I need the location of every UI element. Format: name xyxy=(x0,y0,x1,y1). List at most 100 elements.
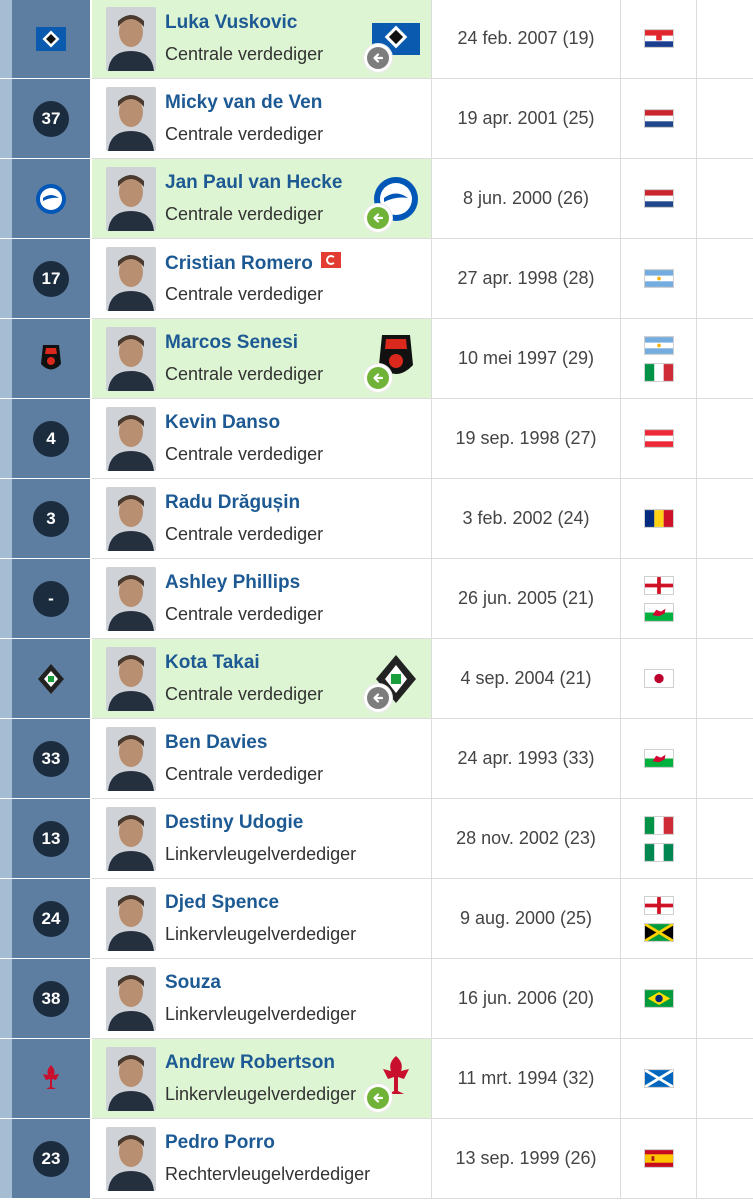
player-photo[interactable] xyxy=(106,247,156,311)
column-divider xyxy=(696,799,697,879)
nationality-cell xyxy=(621,399,696,478)
player-name-link[interactable]: Cristian Romero xyxy=(165,252,341,275)
player-photo[interactable] xyxy=(106,567,156,631)
brighton-badge-icon xyxy=(34,182,68,216)
column-divider xyxy=(696,719,697,799)
column-divider xyxy=(696,479,697,559)
nationality-cell xyxy=(621,479,696,558)
column-divider xyxy=(696,159,697,239)
shirt-number-badge: 37 xyxy=(33,100,69,137)
player-name-link[interactable]: Ashley Phillips xyxy=(165,572,300,594)
player-name-link[interactable]: Djed Spence xyxy=(165,892,279,914)
date-of-birth: 27 apr. 1998 (28) xyxy=(457,268,595,288)
player-name-link[interactable]: Jan Paul van Hecke xyxy=(165,172,342,194)
netherlands-flag xyxy=(643,189,674,208)
shirt-number-cell: 37 xyxy=(12,79,90,158)
player-photo[interactable] xyxy=(106,967,156,1031)
column-divider xyxy=(431,0,432,79)
player-name-link[interactable]: Destiny Udogie xyxy=(165,812,303,834)
row-stripe xyxy=(0,159,12,238)
player-position: Centrale verdediger xyxy=(165,524,324,544)
player-photo[interactable] xyxy=(106,1127,156,1191)
player-photo[interactable] xyxy=(106,727,156,791)
player-photo[interactable] xyxy=(106,87,156,151)
player-name[interactable]: Kota Takai xyxy=(165,652,260,673)
player-name[interactable]: Cristian Romero xyxy=(165,253,313,274)
column-divider xyxy=(696,79,697,159)
date-of-birth: 19 apr. 2001 (25) xyxy=(457,108,595,128)
player-cell: Ben Davies Centrale verdediger xyxy=(92,719,431,798)
player-cell: Andrew Robertson Linkervleugelverdediger xyxy=(92,1039,431,1118)
player-name[interactable]: Djed Spence xyxy=(165,892,279,913)
row-stripe xyxy=(0,319,12,398)
player-name-link[interactable]: Radu Drăgușin xyxy=(165,492,300,514)
player-name-link[interactable]: Pedro Porro xyxy=(165,1132,275,1154)
player-name[interactable]: Micky van de Ven xyxy=(165,92,322,113)
player-name[interactable]: Luka Vuskovic xyxy=(165,12,297,33)
column-divider xyxy=(620,479,621,559)
date-of-birth: 3 feb. 2002 (24) xyxy=(462,508,590,528)
player-name[interactable]: Souza xyxy=(165,972,221,993)
player-name[interactable]: Ashley Phillips xyxy=(165,572,300,593)
player-photo[interactable] xyxy=(106,887,156,951)
italy-flag xyxy=(643,362,674,382)
row-stripe xyxy=(0,239,12,318)
player-name[interactable]: Ben Davies xyxy=(165,732,267,753)
player-row: 33 Ben Davies Centrale verdediger 24 apr. 1… xyxy=(0,719,753,799)
netherlands-flag xyxy=(643,109,674,128)
player-name[interactable]: Radu Drăgușin xyxy=(165,492,300,513)
player-photo[interactable] xyxy=(106,1047,156,1111)
player-cell: Luka Vuskovic Centrale verdediger xyxy=(92,0,431,78)
player-name[interactable]: Destiny Udogie xyxy=(165,812,303,833)
austria-flag xyxy=(643,429,674,448)
player-cell: Souza Linkervleugelverdediger xyxy=(92,959,431,1038)
row-stripe xyxy=(0,719,12,798)
nationality-cell xyxy=(621,559,696,638)
player-photo[interactable] xyxy=(106,407,156,471)
player-name[interactable]: Marcos Senesi xyxy=(165,332,298,353)
column-divider xyxy=(696,1039,697,1119)
england-flag xyxy=(643,895,674,915)
column-divider xyxy=(696,319,697,399)
player-photo[interactable] xyxy=(106,647,156,711)
column-divider xyxy=(431,559,432,639)
player-name-link[interactable]: Andrew Robertson xyxy=(165,1052,335,1074)
player-name-link[interactable]: Luka Vuskovic xyxy=(165,12,297,34)
player-photo[interactable] xyxy=(106,7,156,71)
column-divider xyxy=(431,1039,432,1119)
england-flag xyxy=(643,575,674,595)
player-name-link[interactable]: Kota Takai xyxy=(165,652,260,674)
player-name-link[interactable]: Marcos Senesi xyxy=(165,332,298,354)
nationality-cell xyxy=(621,159,696,238)
player-name-link[interactable]: Souza xyxy=(165,972,221,994)
player-row: - Ashley Phillips Centrale verdediger 26 ju… xyxy=(0,559,753,639)
nationality-cell xyxy=(621,239,696,318)
column-divider xyxy=(696,639,697,719)
romania-flag xyxy=(643,509,674,528)
player-row: 17 Cristian Romero Centrale verdediger 27 a… xyxy=(0,239,753,319)
row-stripe xyxy=(0,479,12,558)
player-photo[interactable] xyxy=(106,807,156,871)
gladbach-badge-icon xyxy=(34,662,68,696)
player-cell: Jan Paul van Hecke Centrale verdediger xyxy=(92,159,431,238)
shirt-number-cell xyxy=(12,319,90,398)
player-cell: Kota Takai Centrale verdediger xyxy=(92,639,431,718)
shirt-number-badge: 38 xyxy=(33,980,69,1017)
player-row: 4 Kevin Danso Centrale verdediger 19 sep. 1… xyxy=(0,399,753,479)
player-name-link[interactable]: Kevin Danso xyxy=(165,412,280,434)
jamaica-flag xyxy=(643,922,674,942)
player-name[interactable]: Pedro Porro xyxy=(165,1132,275,1153)
player-row: 38 Souza Linkervleugelverdediger 16 jun. 20… xyxy=(0,959,753,1039)
nationality-cell xyxy=(621,79,696,158)
player-name[interactable]: Kevin Danso xyxy=(165,412,280,433)
player-photo[interactable] xyxy=(106,167,156,231)
player-name[interactable]: Jan Paul van Hecke xyxy=(165,172,342,193)
player-photo[interactable] xyxy=(106,327,156,391)
shirt-number-badge: 4 xyxy=(33,420,69,457)
player-name[interactable]: Andrew Robertson xyxy=(165,1052,335,1073)
player-photo[interactable] xyxy=(106,487,156,551)
wales-flag xyxy=(643,749,674,768)
player-name-link[interactable]: Ben Davies xyxy=(165,732,267,754)
player-position: Centrale verdediger xyxy=(165,124,324,144)
player-name-link[interactable]: Micky van de Ven xyxy=(165,92,322,114)
